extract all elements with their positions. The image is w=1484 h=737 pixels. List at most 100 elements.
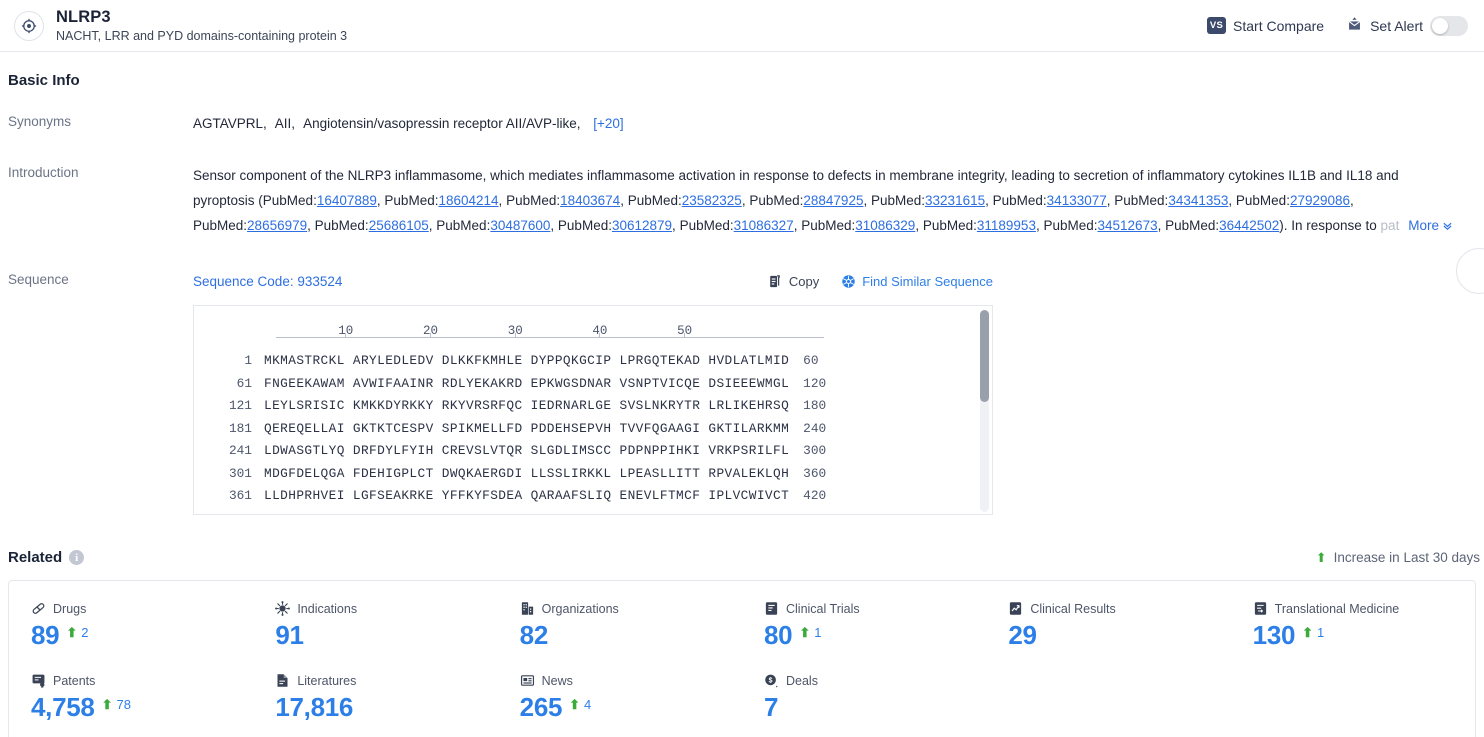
card-value: 29 [1008, 620, 1230, 651]
arrow-up-icon: ⬆ [569, 697, 581, 712]
related-card-deals[interactable]: $ Deals 7 [742, 667, 986, 737]
introduction-more-button[interactable]: More [1406, 213, 1453, 238]
card-value: 89 ⬆ 2 [31, 620, 253, 651]
svg-text:$: $ [769, 678, 773, 685]
start-compare-button[interactable]: VS Start Compare [1207, 17, 1324, 34]
sequence-line: 241 LDWASGTLYQ DRFDYLFYIH CREVSLVTQR SLGD… [216, 440, 970, 463]
synonyms-value: AGTAVPRL, AII, Angiotensin/vasopressin r… [193, 112, 1476, 135]
ruler-tick: 20 [423, 324, 439, 338]
separator: , [550, 218, 558, 233]
pubmed-link[interactable]: 34133077 [1047, 193, 1107, 208]
sequence-start-index: 1 [244, 353, 252, 368]
synonyms-more-link[interactable]: [+20] [593, 116, 623, 131]
sequence-end-index: 120 [803, 375, 827, 391]
page-content: Basic Info Synonyms AGTAVPRL, AII, Angio… [0, 52, 1484, 737]
card-delta: ⬆ 1 [1302, 625, 1324, 648]
pubmed-link[interactable]: 34341353 [1168, 193, 1228, 208]
pubmed-prefix: PubMed: [384, 193, 439, 208]
ruler-tick-mark [514, 333, 516, 338]
pubmed-link[interactable]: 31086327 [734, 218, 794, 233]
pubmed-link[interactable]: 25686105 [369, 218, 429, 233]
pubmed-link[interactable]: 34512673 [1098, 218, 1158, 233]
ruler-tick: 30 [507, 324, 523, 338]
sequence-viewer[interactable]: 10 20 30 40 50 1 MKMASTRCKL ARYLEDLEDV DLKKFK… [193, 305, 993, 515]
pubmed-link[interactable]: 28656979 [247, 218, 307, 233]
set-alert-toggle[interactable] [1430, 15, 1468, 36]
card-count: 7 [763, 692, 779, 722]
bell-alert-icon [1346, 16, 1363, 35]
pubmed-link[interactable]: 16407889 [317, 193, 377, 208]
pubmed-link[interactable]: 18604214 [438, 193, 498, 208]
pubmed-link[interactable]: 18403674 [560, 193, 620, 208]
sequence-start-index: 241 [228, 443, 252, 458]
sequence-line: 121 LEYLSRISIC KMKKDYRKKY RKYVRSRFQC IEDR… [216, 395, 970, 418]
related-card-organizations[interactable]: Organizations 82 [498, 595, 742, 667]
target-icon [14, 10, 44, 41]
card-count: 29 [1008, 620, 1037, 650]
card-label: Clinical Trials [785, 601, 860, 616]
sequence-lines: 1 MKMASTRCKL ARYLEDLEDV DLKKFKMHLE DYPPQK… [216, 350, 970, 508]
card-delta-value: 4 [584, 697, 592, 712]
pubmed-link[interactable]: 23582325 [682, 193, 742, 208]
pubmed-link[interactable]: 31086329 [855, 218, 915, 233]
card-value: 130 ⬆ 1 [1253, 620, 1475, 651]
copy-sequence-button[interactable]: Copy [768, 270, 819, 293]
card-label: Patents [53, 673, 96, 688]
synonym-item: AGTAVPRL, [193, 116, 267, 131]
find-similar-sequence-button[interactable]: Find Similar Sequence [841, 270, 993, 293]
card-label: Clinical Results [1030, 601, 1116, 616]
sequence-ruler: 10 20 30 40 50 [276, 320, 970, 350]
pubmed-link[interactable]: 36442502 [1219, 218, 1279, 233]
card-value: 7 [764, 692, 986, 723]
ruler-tick-mark [684, 333, 686, 338]
sequence-code[interactable]: Sequence Code: 933524 [193, 270, 342, 293]
synonym-item: Angiotensin/vasopressin receptor AII/AVP… [303, 116, 581, 131]
ruler-tick-mark [430, 333, 431, 338]
sequence-tools: Copy Find Similar Sequence [768, 270, 993, 293]
card-value: 265 ⬆ 4 [520, 692, 742, 723]
related-card-clinical-results[interactable]: Clinical Results 29 [986, 595, 1230, 667]
synonyms-label: Synonyms [8, 114, 72, 129]
sequence-scrollbar[interactable] [980, 310, 989, 512]
pubmed-link[interactable]: 27929086 [1290, 193, 1350, 208]
pubmed-link[interactable]: 30612879 [612, 218, 672, 233]
arrow-up-icon: ⬆ [101, 697, 113, 712]
pubmed-link[interactable]: 31189953 [977, 218, 1036, 233]
separator: , [863, 193, 871, 208]
sequence-scrollbar-thumb[interactable] [980, 310, 989, 402]
related-heading: Related [8, 549, 63, 566]
building-icon [520, 601, 535, 616]
card-label: Deals [785, 673, 818, 688]
sequence-end-index: 60 [803, 353, 819, 368]
set-alert-control[interactable]: Set Alert [1346, 15, 1468, 36]
pubmed-link[interactable]: 30487600 [490, 218, 550, 233]
card-header: News [520, 673, 742, 688]
card-label: Translational Medicine [1274, 601, 1400, 616]
sequence-label: Sequence [8, 272, 69, 287]
literature-icon [275, 673, 290, 688]
sequence-end-index: 360 [803, 465, 827, 481]
pubmed-link[interactable]: 33231615 [925, 193, 985, 208]
pubmed-prefix: PubMed: [922, 218, 977, 233]
related-card-literatures[interactable]: Literatures 17,816 [253, 667, 497, 737]
virus-icon [275, 601, 291, 616]
introduction-tail-faded: pat [1380, 218, 1400, 233]
related-card-patents[interactable]: Patents 4,758 ⬆ 78 [9, 667, 253, 737]
related-card-clinical-trials[interactable]: Clinical Trials 80 ⬆ 1 [742, 595, 986, 667]
card-header: Patents [31, 673, 253, 688]
card-header: Drugs [31, 601, 253, 616]
introduction-tail-visible: ). In response to [1279, 218, 1381, 233]
related-card-translational-medicine[interactable]: Translational Medicine 130 ⬆ 1 [1231, 595, 1475, 667]
pubmed-prefix: PubMed: [801, 218, 856, 233]
synonym-item: AII, [274, 116, 296, 131]
pubmed-prefix: PubMed: [314, 218, 369, 233]
related-card-news[interactable]: News 265 ⬆ 4 [498, 667, 742, 737]
related-card-indications[interactable]: Indications 91 [253, 595, 497, 667]
pubmed-prefix: PubMed: [627, 193, 682, 208]
pubmed-link[interactable]: 28847925 [803, 193, 863, 208]
related-card-drugs[interactable]: Drugs 89 ⬆ 2 [9, 595, 253, 667]
pubmed-prefix: PubMed: [557, 218, 612, 233]
target-name: NLRP3 [56, 7, 111, 26]
info-icon[interactable]: i [69, 550, 85, 565]
set-alert-label: Set Alert [1370, 17, 1423, 34]
